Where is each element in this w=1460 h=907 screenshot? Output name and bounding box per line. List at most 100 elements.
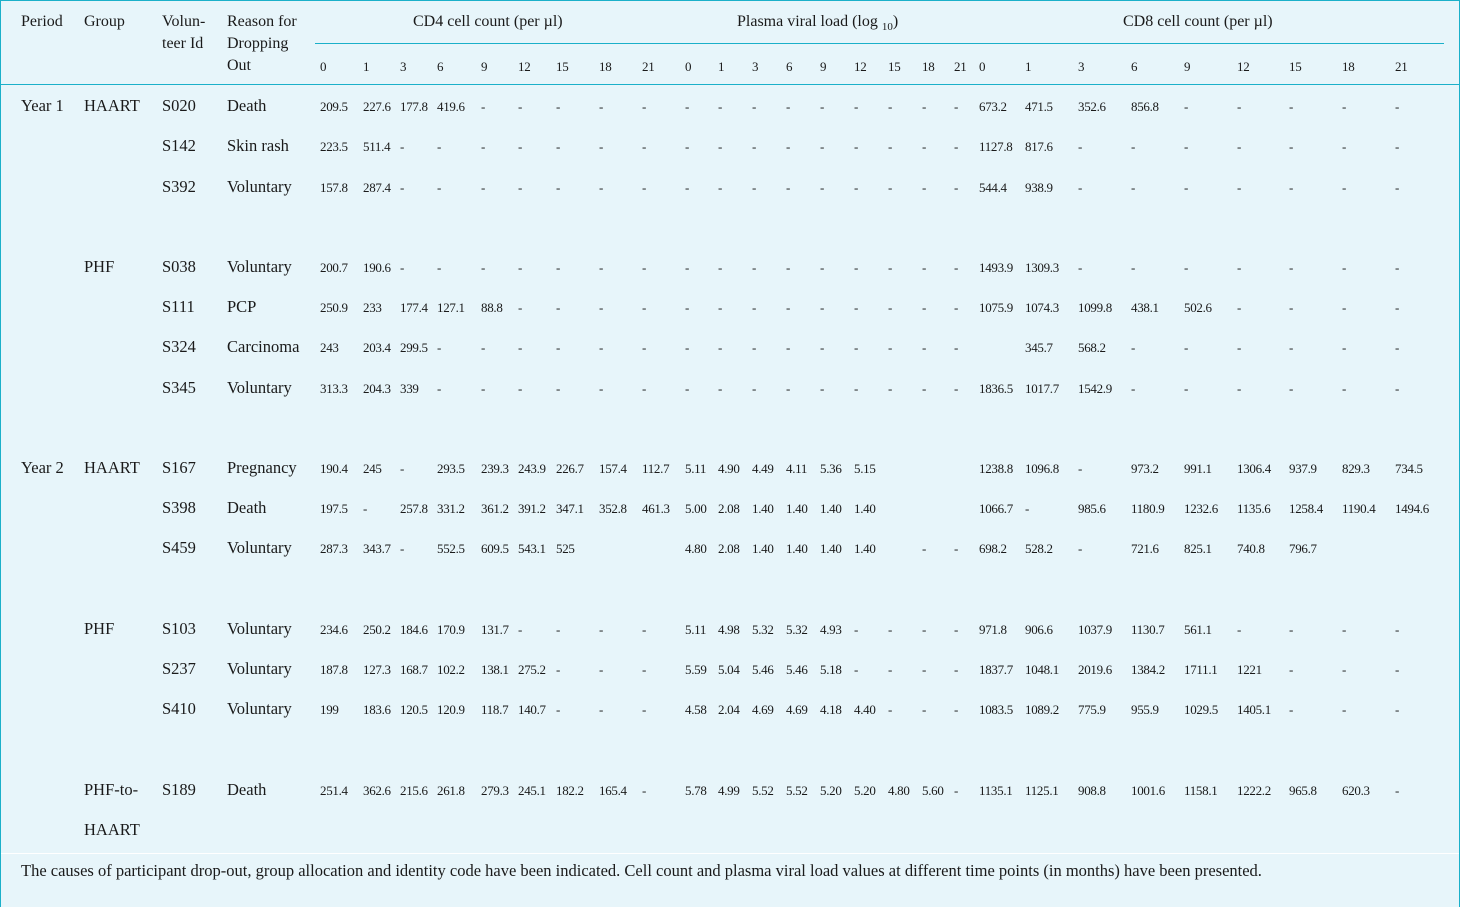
viral-load-cell: 5.11 (685, 461, 707, 476)
viral-load-cell: - (685, 260, 690, 275)
row-reason: Voluntary (227, 538, 292, 557)
cd4-cell: 226.7 (556, 461, 584, 476)
cd4-cell: - (556, 300, 561, 315)
viral-load-cell: 1.40 (786, 541, 808, 556)
viral-load-cell: - (922, 340, 927, 355)
cd8-cell: - (1131, 340, 1136, 355)
row-reason: Voluntary (227, 177, 292, 196)
cd8-cell: - (1342, 381, 1347, 396)
row-reason: Voluntary (227, 378, 292, 397)
header-viral-month: 9 (820, 59, 827, 74)
row-group: HAART (84, 96, 140, 115)
cd4-cell: - (481, 340, 486, 355)
cd4-cell: 215.6 (400, 783, 428, 798)
header-reason: Reason for (227, 13, 297, 30)
cd4-cell: - (599, 300, 604, 315)
header-rule (1, 84, 1459, 85)
cd4-cell: 419.6 (437, 99, 465, 114)
cd8-cell: 971.8 (979, 622, 1007, 637)
row-volunteer-id: S038 (162, 257, 196, 276)
cd8-cell: - (1395, 340, 1400, 355)
row-volunteer-id: S345 (162, 378, 196, 397)
cd4-cell: 157.8 (320, 180, 348, 195)
viral-load-cell: - (786, 180, 791, 195)
viral-load-cell: - (954, 783, 959, 798)
header-viral-month: 6 (786, 59, 793, 74)
cd8-cell: 528.2 (1025, 541, 1053, 556)
cd4-cell: - (556, 340, 561, 355)
viral-load-cell: - (922, 300, 927, 315)
viral-load-cell: 4.80 (888, 783, 910, 798)
cd4-cell: - (642, 99, 647, 114)
row-group-continuation: HAART (84, 820, 140, 839)
viral-load-cell: - (820, 180, 825, 195)
cd8-cell: 2019.6 (1078, 662, 1112, 677)
viral-load-cell: 5.04 (718, 662, 740, 677)
cd4-cell: - (599, 622, 604, 637)
viral-load-cell: 5.36 (820, 461, 842, 476)
cd4-cell: - (642, 783, 647, 798)
row-volunteer-id: S189 (162, 780, 196, 799)
viral-load-cell: - (786, 260, 791, 275)
viral-load-cell: 1.40 (752, 541, 774, 556)
cd8-cell: 973.2 (1131, 461, 1159, 476)
cd4-cell: 88.8 (481, 300, 503, 315)
table-caption: The causes of participant drop-out, grou… (21, 861, 1262, 880)
viral-load-cell: - (954, 139, 959, 154)
header-cd8-month: 6 (1131, 59, 1138, 74)
row-volunteer-id: S111 (162, 297, 195, 316)
cd8-cell: 965.8 (1289, 783, 1317, 798)
viral-load-cell: 2.04 (718, 702, 740, 717)
viral-load-cell: - (854, 180, 859, 195)
cd4-cell: 118.7 (481, 702, 509, 717)
cd8-cell: - (1184, 99, 1189, 114)
cd8-cell: 825.1 (1184, 541, 1212, 556)
viral-load-cell: 5.18 (820, 662, 842, 677)
cd8-cell: 1232.6 (1184, 501, 1218, 516)
header-cd4-month: 6 (437, 59, 444, 74)
cd4-cell: - (599, 662, 604, 677)
header-volunteer: teer Id (162, 35, 204, 52)
header-cd4-month: 12 (518, 59, 531, 74)
viral-load-cell: - (786, 340, 791, 355)
header-cd8-month: 15 (1289, 59, 1302, 74)
cd8-cell: - (1237, 622, 1242, 637)
viral-load-cell: - (888, 260, 893, 275)
row-reason: Death (227, 96, 267, 115)
viral-load-cell: - (820, 300, 825, 315)
viral-load-cell: - (854, 139, 859, 154)
cd8-cell: - (1289, 340, 1294, 355)
header-viral-month: 1 (718, 59, 725, 74)
viral-load-cell: 5.15 (854, 461, 876, 476)
viral-load-cell: - (820, 99, 825, 114)
viral-load-cell: 1.40 (854, 501, 876, 516)
cd8-cell: - (1078, 461, 1083, 476)
cd8-cell: - (1342, 139, 1347, 154)
cd8-cell: 568.2 (1078, 340, 1106, 355)
viral-load-cell: - (888, 662, 893, 677)
cd8-cell: - (1289, 260, 1294, 275)
viral-load-cell: 1.40 (854, 541, 876, 556)
cd4-cell: 543.1 (518, 541, 546, 556)
cd4-cell: 187.8 (320, 662, 348, 677)
cd4-cell: - (481, 99, 486, 114)
cd8-cell: 1135.6 (1237, 501, 1271, 516)
cd4-cell: - (481, 139, 486, 154)
cd8-cell: - (1342, 260, 1347, 275)
cd8-cell: 1493.9 (979, 260, 1013, 275)
viral-load-cell: - (854, 381, 859, 396)
viral-load-cell: 5.52 (752, 783, 774, 798)
cd4-cell: 170.9 (437, 622, 465, 637)
viral-load-cell: - (888, 99, 893, 114)
viral-load-cell: - (954, 340, 959, 355)
cd8-cell: - (1342, 300, 1347, 315)
header-reason: Dropping (227, 35, 289, 52)
cd4-cell: - (481, 260, 486, 275)
viral-load-cell: - (922, 541, 927, 556)
cd4-cell: 243 (320, 340, 339, 355)
cd8-cell: - (1289, 99, 1294, 114)
viral-load-cell: - (718, 300, 723, 315)
cd8-cell: 1221 (1237, 662, 1262, 677)
header-cd8-month: 12 (1237, 59, 1250, 74)
viral-load-cell: 5.32 (786, 622, 808, 637)
